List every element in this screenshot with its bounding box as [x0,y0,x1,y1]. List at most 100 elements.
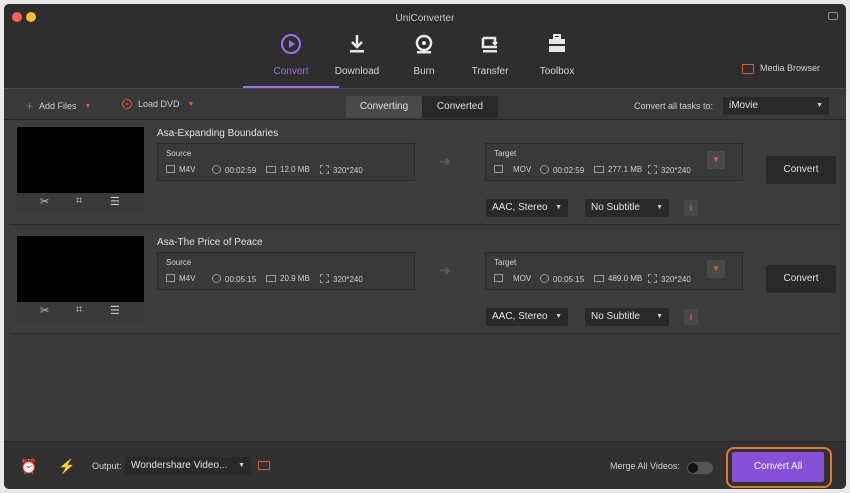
tab-label: Burn [413,66,435,77]
subtitle-value: No Subtitle [591,311,640,322]
scissors-icon[interactable]: ✂ [40,304,49,317]
effects-icon[interactable]: ☰ [110,195,120,208]
convert-button[interactable]: Convert [766,265,836,293]
tab-toolbox[interactable]: Toolbox [522,32,592,88]
audio-select[interactable]: AAC, Stereo ▼ [486,308,568,326]
chevron-down-icon[interactable]: ▼ [188,101,195,108]
target-info: Target MOV 00:02:59 277.1 MB 320*240 [485,143,743,181]
output-folder-select[interactable]: Wondershare Video... ▼ [125,457,251,475]
add-files-button[interactable]: + Add Files ▼ [26,99,91,113]
target-label: Target [494,149,517,158]
target-format: MOV [494,165,531,174]
chevron-down-icon: ▼ [816,102,823,109]
crop-icon[interactable]: ⌗ [76,304,82,317]
task-row: ✂ ⌗ ☰ Asa-The Price of Peace Source M4V … [10,230,840,334]
source-size: 20.9 MB [266,274,310,283]
lightning-icon[interactable]: ⚡ [58,458,75,475]
merge-all-videos-label: Merge All Videos: [610,461,680,471]
bottom-bar: ⏰ ⚡ Output: Wondershare Video... ▼ Merge … [4,441,846,489]
transfer-icon [455,32,525,60]
source-label: Source [166,258,192,267]
merge-all-videos-toggle[interactable] [687,462,713,474]
tab-burn[interactable]: Burn [389,32,459,88]
load-dvd-button[interactable]: Load DVD ▼ [122,99,194,109]
chevron-down-icon: ▼ [656,313,663,320]
clock-icon [540,165,549,174]
tab-converting[interactable]: Converting [346,96,422,118]
convert-all-tasks-value: iMovie [729,100,758,111]
target-format-dropdown[interactable]: ▼ [707,260,725,278]
media-browser-button[interactable]: Media Browser [741,63,820,74]
tab-transfer[interactable]: Transfer [455,32,525,88]
video-thumbnail[interactable]: ✂ ⌗ ☰ [17,236,144,322]
convert-all-button[interactable]: Convert All [732,452,824,482]
source-label: Source [166,149,192,158]
add-files-label: Add Files [39,101,77,111]
media-browser-icon [741,63,754,74]
info-button[interactable]: i [684,200,698,216]
source-resolution: 320*240 [320,165,363,175]
source-duration: 00:05:15 [212,274,256,284]
chevron-down-icon[interactable]: ▼ [85,103,92,110]
folder-icon [266,275,276,282]
film-icon [494,165,503,173]
dvd-icon [122,99,132,109]
tab-download[interactable]: Download [322,32,392,88]
audio-value: AAC, Stereo [492,202,548,213]
burn-icon [389,32,459,60]
toggle-knob [688,463,698,473]
target-duration: 00:02:59 [540,165,584,175]
tab-convert[interactable]: Convert [243,32,339,88]
source-format: M4V [166,274,195,283]
tab-label: Transfer [471,66,509,77]
task-row: ✂ ⌗ ☰ Asa-Expanding Boundaries Source M4… [10,121,840,225]
film-icon [166,274,175,282]
target-label: Target [494,258,517,267]
clock-icon [212,274,221,283]
film-icon [494,274,503,282]
status-segmented-control: Converting Converted [346,96,498,118]
resolution-icon [648,274,657,283]
source-info: Source M4V 00:05:15 20.9 MB 320*240 [157,252,415,290]
arrow-right-icon: ➔ [439,153,451,169]
tab-converted[interactable]: Converted [422,96,498,118]
folder-icon [594,275,604,282]
film-icon [166,165,175,173]
output-label: Output: [92,461,122,471]
thumbnail-controls: ✂ ⌗ ☰ [17,302,144,322]
audio-select[interactable]: AAC, Stereo ▼ [486,199,568,217]
video-thumbnail[interactable]: ✂ ⌗ ☰ [17,127,144,213]
output-folder-value: Wondershare Video... [131,460,228,471]
source-resolution: 320*240 [320,274,363,284]
target-info: Target MOV 00:05:15 489.0 MB 320*240 [485,252,743,290]
target-format-dropdown[interactable]: ▼ [707,151,725,169]
target-resolution: 320*240 [648,165,691,175]
titlebar: UniConverter Convert Download Burn Trans… [4,4,846,88]
effects-icon[interactable]: ☰ [110,304,120,317]
audio-value: AAC, Stereo [492,311,548,322]
convert-button[interactable]: Convert [766,156,836,184]
subtitle-select[interactable]: No Subtitle ▼ [585,308,669,326]
thumbnail-controls: ✂ ⌗ ☰ [17,193,144,213]
target-duration: 00:05:15 [540,274,584,284]
toolbar: + Add Files ▼ Load DVD ▼ Converting Convert… [4,88,846,120]
open-folder-icon[interactable] [258,461,270,470]
source-size: 12.0 MB [266,165,310,174]
tab-label: Download [334,66,380,77]
tab-label: Convert [273,66,309,77]
arrow-right-icon: ➔ [439,262,451,278]
crop-icon[interactable]: ⌗ [76,195,82,208]
task-title: Asa-Expanding Boundaries [157,128,279,139]
folder-icon [266,166,276,173]
source-info: Source M4V 00:02:59 12.0 MB 320*240 [157,143,415,181]
subtitle-select[interactable]: No Subtitle ▼ [585,199,669,217]
alarm-clock-icon[interactable]: ⏰ [20,458,37,475]
window-title: UniConverter [395,13,455,24]
scissors-icon[interactable]: ✂ [40,195,49,208]
source-duration: 00:02:59 [212,165,256,175]
task-title: Asa-The Price of Peace [157,237,263,248]
info-button[interactable]: i [684,309,698,325]
feedback-icon[interactable] [828,12,838,20]
app-window: UniConverter Convert Download Burn Trans… [4,4,846,489]
convert-all-tasks-select[interactable]: iMovie ▼ [723,97,829,115]
